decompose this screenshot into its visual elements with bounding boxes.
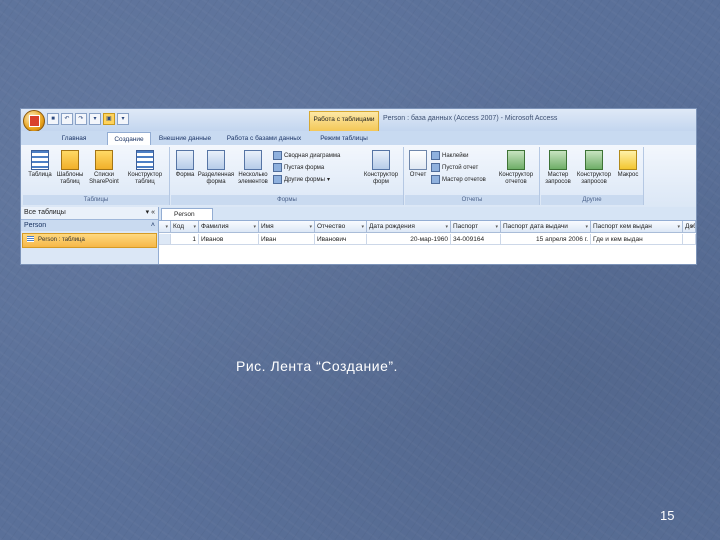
document-tabbar	[159, 207, 696, 221]
form-design-icon	[372, 150, 390, 170]
report-designer-button[interactable]: Конструктор отчетов	[495, 150, 537, 186]
undo-icon[interactable]: ↶	[61, 113, 73, 125]
navigation-pane: Все таблицы ▾ « Person ˄ Person : таблица	[21, 207, 159, 264]
blank-report-icon	[431, 163, 440, 172]
column-header[interactable]: Отчество	[315, 221, 367, 233]
report-wizard-button[interactable]: Мастер отчетов	[431, 175, 486, 184]
split-form-icon	[207, 150, 225, 170]
quick-access-toolbar: ■ ↶ ↷ ▾ ▣ ▾	[47, 113, 129, 125]
table-designer-button[interactable]: Конструктор таблиц	[123, 150, 167, 186]
nav-pane-header[interactable]: Все таблицы ▾ «	[21, 207, 158, 220]
macro-icon	[619, 150, 637, 170]
redo-icon[interactable]: ↷	[75, 113, 87, 125]
table-icon	[31, 150, 49, 170]
macro-button[interactable]: Макрос	[615, 150, 641, 179]
select-all-cell[interactable]	[159, 221, 171, 233]
save-icon[interactable]: ■	[47, 113, 59, 125]
nav-item-person-table[interactable]: Person : таблица	[22, 233, 157, 248]
nav-group-person[interactable]: Person ˄	[21, 220, 158, 231]
page-number: 15	[660, 508, 675, 523]
multiple-items-icon	[244, 150, 262, 170]
datasheet-document: Person Код Фамилия Имя Отчество Дата рож…	[159, 207, 696, 264]
column-header[interactable]: Паспорт кем выдан	[591, 221, 683, 233]
column-header[interactable]: Код	[171, 221, 199, 233]
table-cell[interactable]: 34-009164	[451, 234, 501, 245]
title-bar: ■ ↶ ↷ ▾ ▣ ▾ Работа с таблицами Person : …	[21, 109, 696, 132]
query-designer-button[interactable]: Конструктор запросов	[573, 150, 615, 186]
more-forms-button[interactable]: Другие формы ▾	[273, 175, 330, 184]
tab-external-data[interactable]: Внешние данные	[153, 132, 217, 145]
blank-report-button[interactable]: Пустой отчет	[431, 163, 478, 172]
nav-collapse-icon[interactable]: ▾ «	[146, 207, 155, 219]
sharepoint-lists-button[interactable]: Списки SharePoint	[87, 150, 121, 186]
table-cell[interactable]: Иванович	[315, 234, 367, 245]
table-cell[interactable]: Иванов	[199, 234, 259, 245]
query-wizard-button[interactable]: Мастер запросов	[543, 150, 573, 186]
group-other: Мастер запросов Конструктор запросов Мак…	[541, 147, 644, 205]
report-button[interactable]: Отчет	[407, 150, 429, 179]
group-label-forms: Формы	[171, 195, 403, 205]
chevron-up-icon: ˄	[150, 222, 155, 229]
column-header[interactable]: Фамилия	[199, 221, 259, 233]
form-designer-button[interactable]: Конструктор форм	[361, 150, 401, 186]
table-cell[interactable]	[683, 234, 696, 245]
query-design-icon	[585, 150, 603, 170]
ribbon-tabs: Главная Создание Внешние данные Работа с…	[21, 131, 696, 147]
blank-form-button[interactable]: Пустая форма	[273, 163, 324, 172]
table-cell[interactable]: 20-мар-1960	[367, 234, 451, 245]
sharepoint-icon	[95, 150, 113, 170]
tab-home[interactable]: Главная	[49, 132, 99, 145]
column-header[interactable]: Паспорт дата выдачи	[501, 221, 591, 233]
pivot-chart-icon	[273, 151, 282, 160]
table-cell[interactable]: 15 апреля 2006 г.	[501, 234, 591, 245]
column-header[interactable]: Добавит	[683, 221, 696, 233]
pivot-chart-button[interactable]: Сводная диаграмма	[273, 151, 340, 160]
form-icon	[176, 150, 194, 170]
tab-database-tools[interactable]: Работа с базами данных	[221, 132, 307, 145]
more-forms-icon	[273, 175, 282, 184]
query-wizard-icon	[549, 150, 567, 170]
column-header[interactable]: Дата рождения	[367, 221, 451, 233]
group-label-reports: Отчеты	[405, 195, 539, 205]
table-button[interactable]: Таблица	[25, 150, 55, 179]
table-design-icon	[136, 150, 154, 170]
report-wizard-icon	[431, 175, 440, 184]
office-button[interactable]	[23, 110, 45, 132]
column-header[interactable]: Паспорт	[451, 221, 501, 233]
split-form-button[interactable]: Разделенная форма	[197, 150, 235, 186]
ribbon-create: Таблица Шаблоны таблиц Списки SharePoint…	[21, 145, 696, 208]
table-cell[interactable]: Иван	[259, 234, 315, 245]
labels-button[interactable]: Наклейки	[431, 151, 469, 160]
context-tab-table-tools: Работа с таблицами	[309, 111, 379, 132]
access-screenshot: ■ ↶ ↷ ▾ ▣ ▾ Работа с таблицами Person : …	[20, 108, 697, 265]
templates-icon	[61, 150, 79, 170]
report-design-icon	[507, 150, 525, 170]
column-header[interactable]: Имя	[259, 221, 315, 233]
office-logo-icon	[29, 115, 40, 127]
figure-caption: Рис. Лента “Создание”.	[236, 358, 398, 374]
row-selector[interactable]	[159, 234, 171, 245]
group-forms: Форма Разделенная форма Несколько элемен…	[171, 147, 404, 205]
app-title: Person : база данных (Access 2007) - Mic…	[383, 115, 558, 122]
group-label-tables: Таблицы	[23, 195, 169, 205]
form-button[interactable]: Форма	[173, 150, 197, 179]
report-icon	[409, 150, 427, 170]
table-cell[interactable]: 1	[171, 234, 199, 245]
table-templates-button[interactable]: Шаблоны таблиц	[55, 150, 85, 186]
dropdown-icon[interactable]: ▾	[89, 113, 101, 125]
table-icon	[27, 236, 34, 243]
tab-datasheet[interactable]: Режим таблицы	[313, 132, 375, 145]
group-tables: Таблица Шаблоны таблиц Списки SharePoint…	[23, 147, 170, 205]
customize-qat-icon[interactable]: ▾	[117, 113, 129, 125]
multiple-items-button[interactable]: Несколько элементов	[235, 150, 271, 186]
blank-form-icon	[273, 163, 282, 172]
document-tab-person[interactable]: Person	[161, 208, 213, 220]
group-reports: Отчет Наклейки Пустой отчет Мастер отчет…	[405, 147, 540, 205]
group-label-other: Другие	[541, 195, 643, 205]
view-toggle-icon[interactable]: ▣	[103, 113, 115, 125]
labels-icon	[431, 151, 440, 160]
table-cell[interactable]: Где и кем выдан	[591, 234, 683, 245]
